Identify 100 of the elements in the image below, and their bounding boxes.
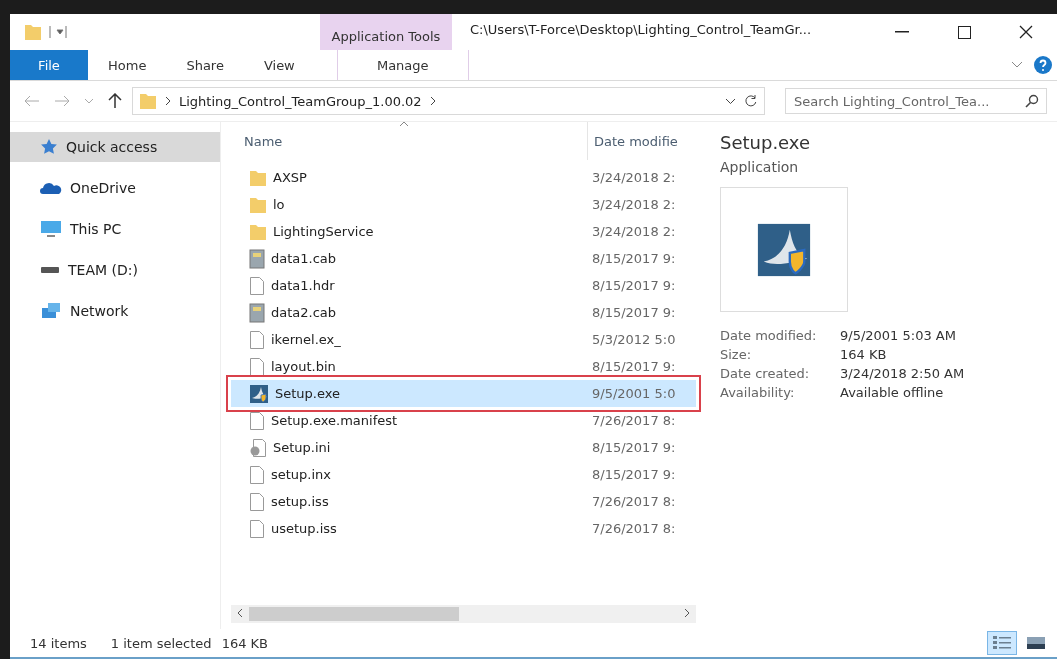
document-icon [249,464,265,485]
file-date: 8/15/2017 9: [592,251,676,266]
file-row[interactable]: AXSP 3/24/2018 2: [231,164,696,191]
nav-item[interactable]: Network [10,296,220,326]
column-header[interactable]: Name [231,133,587,149]
close-icon [1019,25,1033,39]
property-label: Size: [720,347,753,362]
folder-icon [24,22,42,42]
nav-item-label: OneDrive [70,180,136,196]
property-label: Availability: [720,385,796,400]
file-name: data1.hdr [271,278,335,293]
file-name: LightingService [273,224,374,239]
file-row[interactable]: Setup.exe.manifest 7/26/2017 8: [231,407,696,434]
file-row[interactable]: LightingService 3/24/2018 2: [231,218,696,245]
ribbon-tab[interactable]: Manage [336,50,469,80]
address-bar[interactable]: Lighting_Control_TeamGroup_1.00.02 [132,87,765,115]
file-date: 8/15/2017 9: [592,467,676,482]
file-name: layout.bin [271,359,336,374]
nav-item-label: Network [70,303,129,319]
ribbon-tab[interactable]: File [10,50,88,80]
archive-file-icon [249,302,265,323]
file-date: 5/3/2012 5:0 [592,332,676,347]
file-row[interactable]: layout.bin 8/15/2017 9: [231,353,696,380]
document-icon [249,491,265,512]
item-count: 14 items [30,635,87,651]
maximize-icon [957,25,971,39]
folder-icon [139,91,157,111]
breadcrumb-link[interactable]: Lighting_Control_TeamGroup_1.00.02 [179,93,422,109]
file-name: usetup.iss [271,521,337,536]
nav-item[interactable]: TEAM (D:) [10,255,220,285]
property-value: 164 KB [840,347,888,362]
property-value: Available offline [840,385,945,400]
file-name: setup.iss [271,494,329,509]
selection-count: 1 item selected [110,635,212,651]
view-toggle-button[interactable] [987,631,1017,655]
star-icon [40,138,58,156]
nav-item-label: TEAM (D:) [68,262,138,278]
file-date: 3/24/2018 2: [592,197,676,212]
file-row[interactable]: data2.cab 8/15/2017 9: [231,299,696,326]
file-date: 8/15/2017 9: [592,359,676,374]
file-name: setup.inx [271,467,332,482]
file-row[interactable]: data1.cab 8/15/2017 9: [231,245,696,272]
document-icon [249,275,265,296]
file-date: 9/5/2001 5:0 [592,386,676,401]
document-icon [249,410,265,431]
archive-file-icon [249,248,265,269]
context-tab-header: Application Tools [320,14,452,50]
file-date: 8/15/2017 9: [592,305,676,320]
help-icon[interactable] [1033,55,1053,75]
file-row[interactable]: setup.iss 7/26/2017 8: [231,488,696,515]
details-title: Setup.exe [720,132,812,153]
nav-item[interactable]: This PC [10,214,220,244]
search-field[interactable]: Search Lighting_Control_Tea... [785,88,1047,114]
quick-access-dropdown-icon[interactable] [48,25,68,39]
selection-size: 164 KB [221,635,268,651]
monitor-icon [40,220,62,238]
file-row[interactable]: usetup.iss 7/26/2017 8: [231,515,696,542]
file-name: Setup.exe.manifest [271,413,398,428]
cloud-icon [40,181,62,195]
window-title: C:\Users\T-Force\Desktop\Lighting_Control_TeamGr... [469,21,813,39]
file-row[interactable]: data1.hdr 8/15/2017 9: [231,272,696,299]
property-value: 3/24/2018 2:50 AM [840,366,966,381]
column-header[interactable]: Date modifie [587,122,696,160]
file-row[interactable]: setup.inx 8/15/2017 9: [231,461,696,488]
document-icon [249,518,265,539]
file-date: 7/26/2017 8: [592,494,676,509]
file-row[interactable]: ikernel.ex_ 5/3/2012 5:0 [231,326,696,353]
details-view-icon [992,635,1012,651]
details-type: Application [720,159,800,175]
document-icon [249,329,265,350]
file-name: Setup.ini [273,440,331,455]
nav-item[interactable]: Quick access [10,132,220,162]
nav-item[interactable]: OneDrive [10,173,220,203]
file-name: ikernel.ex_ [271,332,341,347]
minimize-icon [895,31,909,33]
file-row[interactable]: Setup.ini 8/15/2017 9: [231,434,696,461]
file-name: data2.cab [271,305,337,320]
scrollbar-thumb[interactable] [249,607,459,621]
chevron-down-icon[interactable] [725,97,736,105]
file-name: AXSP [273,170,307,185]
installer-icon [249,383,269,404]
file-date: 7/26/2017 8: [592,521,676,536]
file-date: 3/24/2018 2: [592,224,676,239]
property-value: 9/5/2001 5:03 AM [840,328,957,343]
property-label: Date created: [720,366,811,381]
search-icon [1025,94,1039,108]
expand-ribbon-icon[interactable] [1011,61,1023,69]
preview-view-icon [1026,635,1046,651]
network-icon [40,302,62,320]
drive-icon [40,266,60,274]
chevron-right-icon [165,96,171,106]
file-name: Setup.exe [275,386,341,401]
file-name: lo [273,197,285,212]
nav-item-label: This PC [70,221,122,237]
refresh-icon[interactable] [744,94,758,108]
file-date: 3/24/2018 2: [592,170,676,185]
file-name: data1.cab [271,251,337,266]
document-icon [249,356,265,377]
horizontal-scrollbar[interactable] [231,605,696,623]
file-row[interactable]: lo 3/24/2018 2: [231,191,696,218]
